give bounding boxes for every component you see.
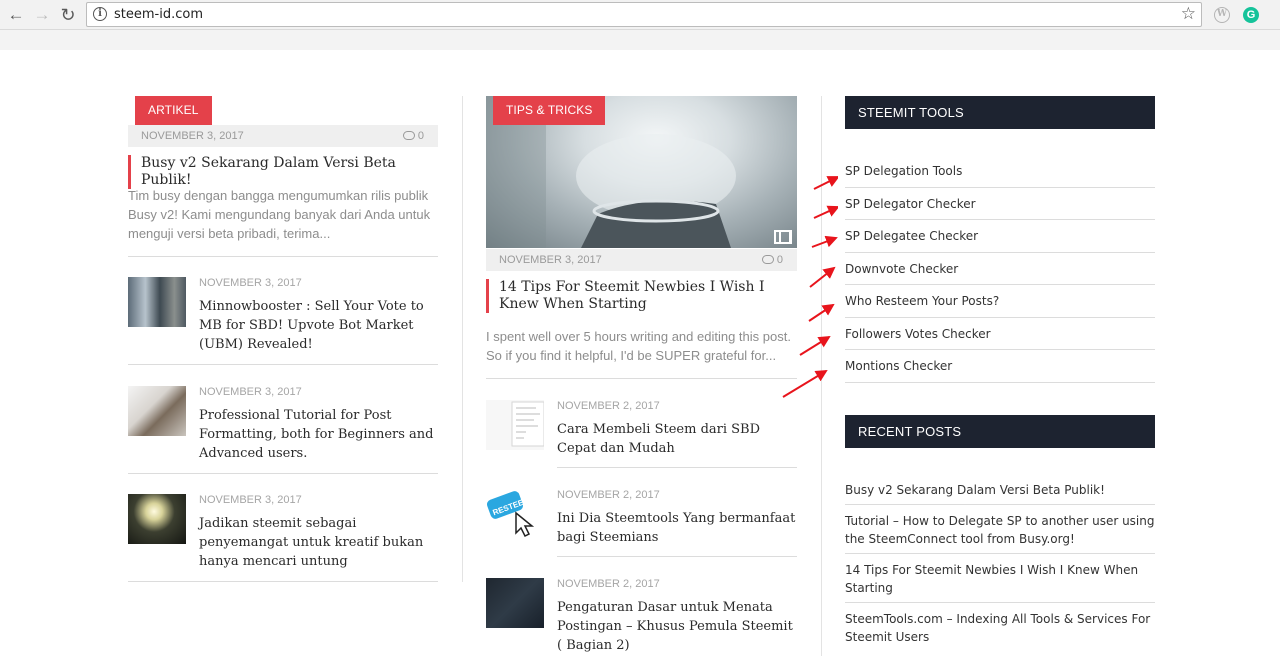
post-thumbnail[interactable] <box>128 494 186 544</box>
post-thumbnail[interactable] <box>128 386 186 436</box>
post-date: NOVEMBER 3, 2017 <box>499 254 602 266</box>
list-item[interactable]: NOVEMBER 3, 2017 Minnowbooster : Sell Yo… <box>128 277 438 367</box>
info-icon[interactable]: i <box>93 7 107 21</box>
divider <box>557 467 797 468</box>
menu-screenshot-icon <box>511 401 545 447</box>
post-thumbnail[interactable] <box>128 277 186 327</box>
post-title[interactable]: Ini Dia Steemtools Yang bermanfaat bagi … <box>557 509 797 547</box>
widget-title-steemit-tools: STEEMIT TOOLS <box>845 96 1155 129</box>
post-thumbnail[interactable]: RESTEEM <box>486 489 544 539</box>
post-thumbnail[interactable] <box>486 578 544 628</box>
reload-icon[interactable]: ↻ <box>57 4 79 26</box>
post-date: NOVEMBER 3, 2017 <box>199 494 302 506</box>
tool-link[interactable]: Downvote Checker <box>845 253 1155 285</box>
tool-link[interactable]: SP Delegation Tools <box>845 155 1155 188</box>
tool-link[interactable]: SP Delegatee Checker <box>845 220 1155 253</box>
recent-post-link[interactable]: SteemTools.com – Indexing All Tools & Se… <box>845 603 1155 651</box>
tool-link[interactable]: Who Resteem Your Posts? <box>845 285 1155 318</box>
post-date: NOVEMBER 3, 2017 <box>199 386 302 398</box>
post-thumbnail[interactable] <box>486 400 545 450</box>
tool-link[interactable]: SP Delegator Checker <box>845 188 1155 220</box>
post-date: NOVEMBER 2, 2017 <box>557 578 660 590</box>
list-item[interactable]: NOVEMBER 3, 2017 Professional Tutorial f… <box>128 386 438 476</box>
post-meta: NOVEMBER 3, 2017 0 <box>128 125 438 147</box>
category-badge[interactable]: ARTIKEL <box>135 96 212 125</box>
list-item[interactable]: NOVEMBER 3, 2017 Jadikan steemit sebagai… <box>128 494 438 584</box>
wordpress-extension-icon[interactable]: W <box>1214 7 1230 23</box>
post-date: NOVEMBER 3, 2017 <box>141 130 244 142</box>
divider <box>128 473 438 474</box>
post-date: NOVEMBER 2, 2017 <box>557 400 660 412</box>
recent-post-link[interactable]: 14 Tips For Steemit Newbies I Wish I Kne… <box>845 554 1155 603</box>
recent-post-link[interactable]: Tutorial – How to Delegate SP to another… <box>845 505 1155 554</box>
arrow-icon <box>811 235 838 248</box>
post-title[interactable]: Minnowbooster : Sell Your Vote to MB for… <box>199 297 439 354</box>
arrow-icon <box>809 266 836 288</box>
back-arrow-icon[interactable]: ← <box>5 4 27 26</box>
arrow-icon <box>808 303 835 322</box>
list-item[interactable]: NOVEMBER 2, 2017 Pengaturan Dasar untuk … <box>486 578 797 656</box>
post-date: NOVEMBER 2, 2017 <box>557 489 660 501</box>
address-bar[interactable]: i steem-id.com ☆ <box>86 2 1202 27</box>
featured-post-title[interactable]: Busy v2 Sekarang Dalam Versi Beta Publik… <box>128 155 428 189</box>
recent-post-link[interactable]: Busy v2 Sekarang Dalam Versi Beta Publik… <box>845 474 1155 505</box>
tool-link[interactable]: Montions Checker <box>845 350 1155 383</box>
divider <box>557 556 797 557</box>
arrow-icon <box>799 335 831 356</box>
divider <box>128 581 438 582</box>
comment-icon <box>761 255 774 264</box>
arrow-icon <box>782 369 828 398</box>
url-text[interactable]: steem-id.com <box>114 7 203 22</box>
widget-title-recent-posts: RECENT POSTS <box>845 415 1155 448</box>
column-divider <box>462 96 463 582</box>
grammarly-extension-icon[interactable]: G <box>1243 7 1259 23</box>
list-item[interactable]: RESTEEM NOVEMBER 2, 2017 Ini Dia Steemto… <box>486 489 797 559</box>
page-top-bar <box>0 30 1280 50</box>
resteem-button-illustration: RESTEEM <box>487 491 535 538</box>
comment-icon <box>402 131 415 140</box>
arrow-icon <box>813 205 838 219</box>
arrow-icon <box>813 176 838 190</box>
steemit-tools-list: SP Delegation Tools SP Delegator Checker… <box>845 155 1155 383</box>
bookmark-star-icon[interactable]: ☆ <box>1181 4 1196 24</box>
divider <box>128 256 438 257</box>
featured-post-excerpt: I spent well over 5 hours writing and ed… <box>486 329 791 363</box>
featured-post-excerpt: Tim busy dengan bangga mengumumkan rilis… <box>128 188 431 241</box>
list-item[interactable]: NOVEMBER 2, 2017 Cara Membeli Steem dari… <box>486 400 797 470</box>
divider <box>486 378 797 379</box>
recent-posts-list: Busy v2 Sekarang Dalam Versi Beta Publik… <box>845 474 1155 651</box>
post-title[interactable]: Pengaturan Dasar untuk Menata Postingan … <box>557 598 797 655</box>
browser-toolbar: ← → ↻ i steem-id.com ☆ W G <box>0 0 1280 30</box>
post-title[interactable]: Cara Membeli Steem dari SBD Cepat dan Mu… <box>557 420 797 458</box>
forward-arrow-icon[interactable]: → <box>31 4 53 26</box>
post-title[interactable]: Jadikan steemit sebagai penyemangat untu… <box>199 514 439 571</box>
sidebar: STEEMIT TOOLS SP Delegation Tools SP Del… <box>845 96 1155 656</box>
annotation-arrows <box>782 176 838 398</box>
category-badge[interactable]: TIPS & TRICKS <box>493 96 606 125</box>
featured-post-title[interactable]: 14 Tips For Steemit Newbies I Wish I Kne… <box>486 279 786 313</box>
post-date: NOVEMBER 3, 2017 <box>199 277 302 289</box>
comment-count[interactable]: 0 <box>402 125 424 147</box>
post-title[interactable]: Professional Tutorial for Post Formattin… <box>199 406 439 463</box>
tool-link[interactable]: Followers Votes Checker <box>845 318 1155 350</box>
post-meta: NOVEMBER 3, 2017 0 <box>486 249 797 271</box>
divider <box>128 364 438 365</box>
